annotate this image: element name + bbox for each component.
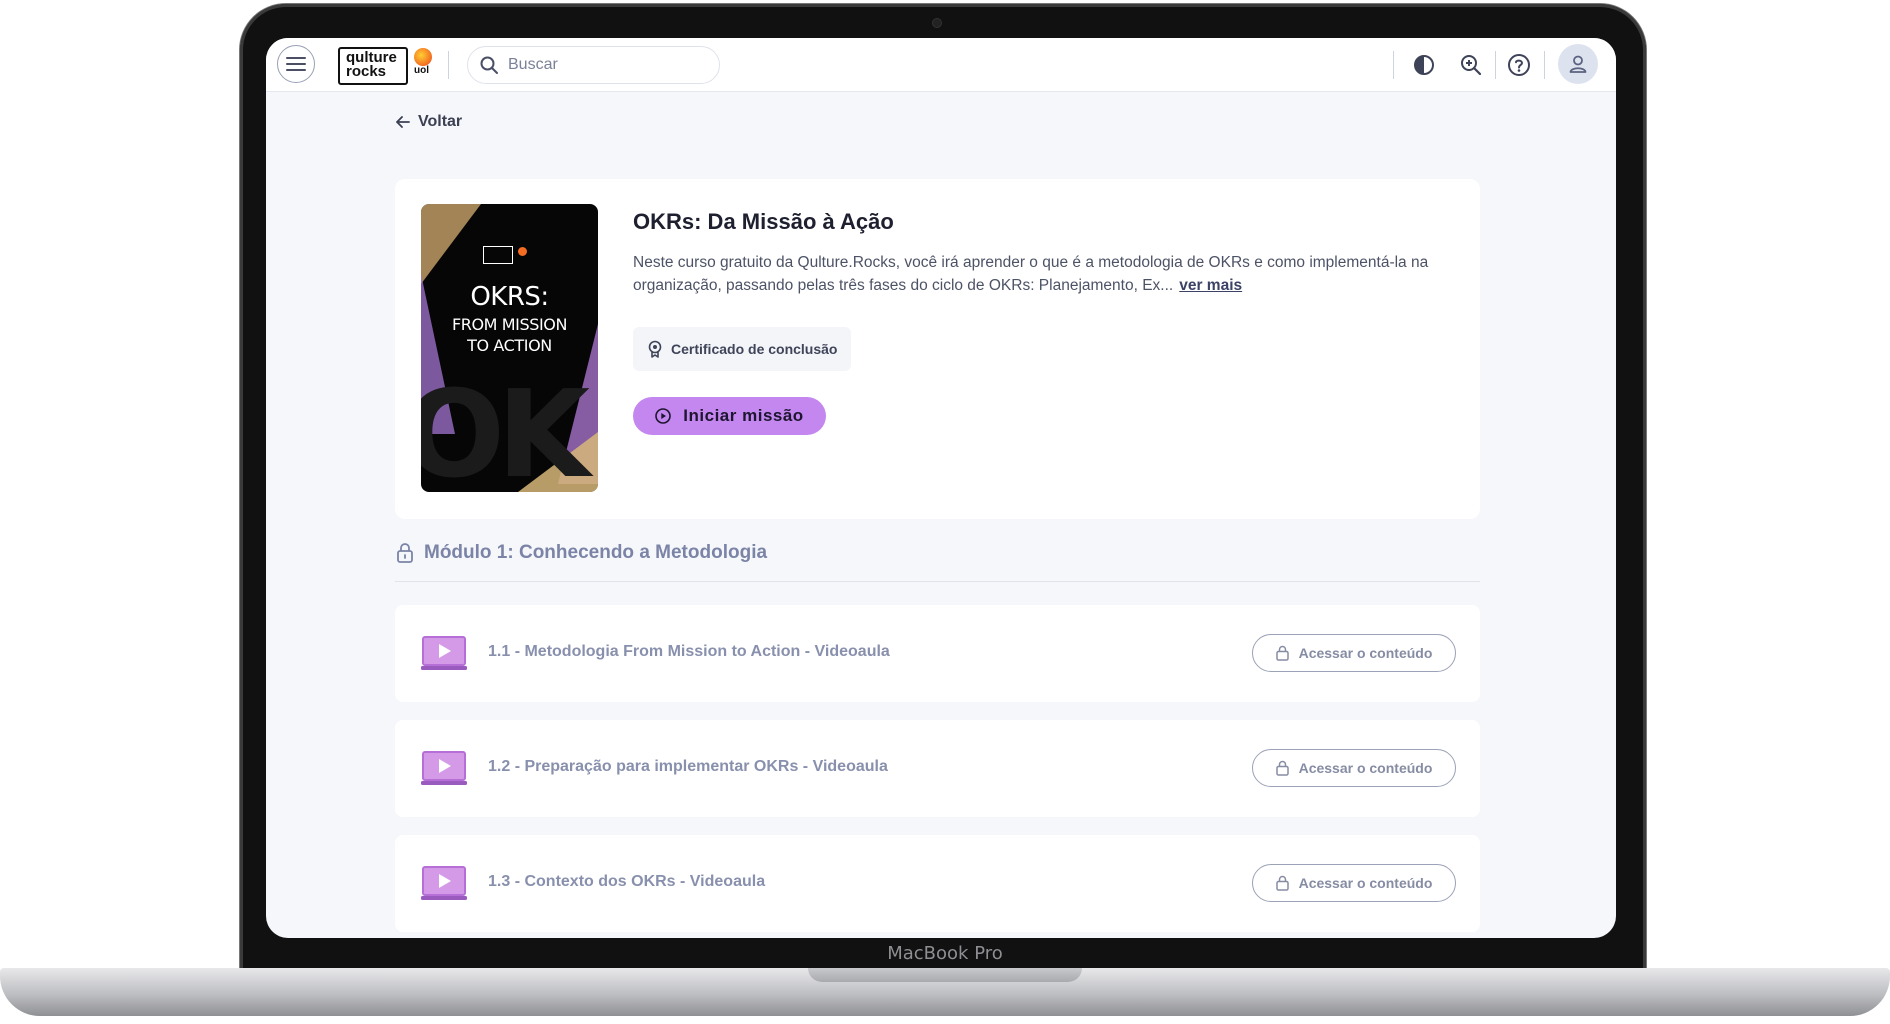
user-avatar-button[interactable] xyxy=(1558,44,1598,84)
see-more-link[interactable]: ver mais xyxy=(1179,277,1242,294)
divider xyxy=(1544,51,1545,79)
back-label: Voltar xyxy=(418,113,463,130)
course-title: OKRs: Da Missão à Ação xyxy=(633,209,894,234)
certificate-icon xyxy=(648,340,662,358)
video-lesson-icon xyxy=(421,751,467,785)
cover-subtitle-line1: FROM MISSION xyxy=(451,315,568,334)
lesson-row: 1.1 - Metodologia From Mission to Action… xyxy=(395,605,1480,702)
search-input[interactable] xyxy=(508,56,698,74)
top-bar: qulture rocks uol xyxy=(266,38,1616,92)
access-content-button[interactable]: Acessar o conteúdo xyxy=(1252,864,1456,902)
uol-text: uol xyxy=(414,65,429,76)
lesson-row: 1.2 - Preparação para implementar OKRs -… xyxy=(395,720,1480,817)
back-link[interactable]: Voltar xyxy=(396,113,462,131)
lesson-title[interactable]: 1.2 - Preparação para implementar OKRs -… xyxy=(488,758,888,776)
course-cover-image: OK OKRS: FROM MISSION TO ACTION xyxy=(421,204,598,492)
play-circle-icon xyxy=(655,408,672,424)
help-button[interactable] xyxy=(1504,50,1534,80)
search-box[interactable] xyxy=(467,46,720,84)
screen: qulture rocks uol Voltar xyxy=(266,38,1616,938)
lock-icon xyxy=(397,543,413,563)
lock-icon xyxy=(1275,760,1289,776)
lock-icon xyxy=(1275,875,1289,891)
divider xyxy=(1393,51,1394,79)
module-divider xyxy=(395,581,1480,582)
access-content-button[interactable]: Acessar o conteúdo xyxy=(1252,749,1456,787)
cover-subtitle: FROM MISSION TO ACTION xyxy=(421,314,598,356)
divider xyxy=(1495,51,1496,79)
contrast-icon xyxy=(1414,55,1434,75)
search-icon xyxy=(480,56,498,74)
certificate-label: Certificado de conclusão xyxy=(671,341,838,357)
lesson-row: 1.3 - Contexto dos OKRs - Videoaula Aces… xyxy=(395,835,1480,932)
zoom-in-icon xyxy=(1461,55,1482,76)
start-mission-label: Iniciar missão xyxy=(683,406,804,425)
uol-logo: uol xyxy=(414,48,436,82)
logo-text-line2: rocks xyxy=(346,63,387,80)
arrow-left-icon xyxy=(396,116,410,128)
video-lesson-icon xyxy=(421,866,467,900)
cover-subtitle-line2: TO ACTION xyxy=(467,336,552,355)
laptop-notch xyxy=(808,968,1082,982)
contrast-button[interactable] xyxy=(1409,50,1439,80)
menu-icon xyxy=(286,57,306,71)
video-lesson-icon xyxy=(421,636,467,670)
access-content-label: Acessar o conteúdo xyxy=(1298,760,1433,776)
module-header[interactable]: Módulo 1: Conhecendo a Metodologia xyxy=(396,542,767,564)
lesson-title[interactable]: 1.1 - Metodologia From Mission to Action… xyxy=(488,643,890,661)
camera xyxy=(932,18,942,28)
certificate-badge: Certificado de conclusão xyxy=(633,327,852,371)
user-icon xyxy=(1569,55,1587,73)
device-label: MacBook Pro xyxy=(887,943,1003,964)
uol-dot-icon xyxy=(414,48,432,66)
course-description: Neste curso gratuito da Qulture.Rocks, v… xyxy=(633,251,1453,297)
cover-uol-logo xyxy=(518,247,527,256)
module-title: Módulo 1: Conhecendo a Metodologia xyxy=(424,542,768,563)
cover-title: OKRS: xyxy=(470,282,549,312)
menu-button[interactable] xyxy=(277,45,315,83)
cover-watermark: OK xyxy=(421,366,590,492)
zoom-button[interactable] xyxy=(1456,50,1486,80)
course-description-text: Neste curso gratuito da Qulture.Rocks, v… xyxy=(633,254,1429,294)
help-icon xyxy=(1508,54,1530,76)
start-mission-button[interactable]: Iniciar missão xyxy=(633,397,826,435)
access-content-label: Acessar o conteúdo xyxy=(1298,645,1433,661)
access-content-button[interactable]: Acessar o conteúdo xyxy=(1252,634,1456,672)
qulture-rocks-logo[interactable]: qulture rocks xyxy=(338,47,408,85)
course-card: OK OKRS: FROM MISSION TO ACTION OKRs: Da… xyxy=(395,179,1480,519)
cover-qulture-logo xyxy=(483,246,513,264)
lesson-title[interactable]: 1.3 - Contexto dos OKRs - Videoaula xyxy=(488,873,765,891)
access-content-label: Acessar o conteúdo xyxy=(1298,875,1433,891)
cover-decoration xyxy=(421,204,481,284)
lock-icon xyxy=(1275,645,1289,661)
divider xyxy=(448,51,449,79)
